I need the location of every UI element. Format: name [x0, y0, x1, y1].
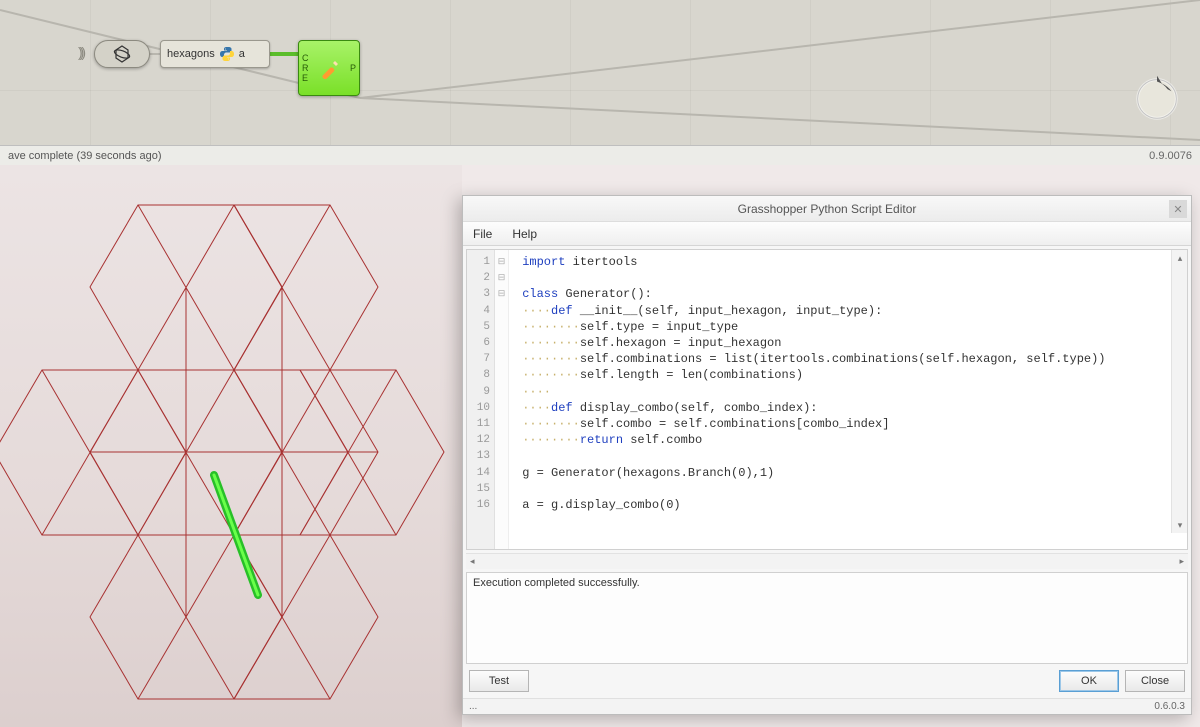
editor-version: 0.6.0.3	[1154, 701, 1185, 712]
python-editor-window: Grasshopper Python Script Editor ✕ File …	[462, 195, 1192, 715]
ok-button[interactable]: OK	[1059, 670, 1119, 692]
grasshopper-canvas[interactable]: ))) hexagons a C R E P	[0, 0, 1200, 145]
param-grip-icon: )))	[78, 44, 83, 60]
code-editor[interactable]: 12345678910111213141516 ⊟⊟⊟ import itert…	[466, 249, 1188, 550]
scroll-left-icon[interactable]: ◂	[470, 556, 475, 567]
scroll-right-icon[interactable]: ▸	[1179, 556, 1184, 567]
menu-help[interactable]: Help	[512, 227, 537, 241]
canvas-status-bar: ave complete (39 seconds ago) 0.9.0076	[0, 145, 1200, 165]
fold-gutter[interactable]: ⊟⊟⊟	[495, 250, 509, 549]
editor-titlebar[interactable]: Grasshopper Python Script Editor ✕	[463, 196, 1191, 222]
hexagon-grid-icon	[112, 44, 132, 64]
close-icon[interactable]: ✕	[1169, 200, 1187, 218]
code-text[interactable]: import itertools class Generator(): ····…	[509, 250, 1187, 549]
python-icon	[219, 46, 235, 62]
autosave-status: ave complete (39 seconds ago)	[8, 150, 161, 162]
rhino-viewport[interactable]	[0, 165, 462, 727]
viewport-geometry	[0, 165, 462, 727]
horizontal-scrollbar[interactable]: ◂▸	[466, 553, 1188, 569]
vertical-scrollbar[interactable]: ▴▾	[1171, 250, 1187, 533]
test-button[interactable]: Test	[469, 670, 529, 692]
version-label: 0.9.0076	[1149, 150, 1192, 162]
menu-file[interactable]: File	[473, 227, 492, 241]
line-builder-node[interactable]: C R E P	[298, 40, 360, 96]
output-panel: Execution completed successfully.	[466, 572, 1188, 664]
pencil-icon	[318, 57, 340, 79]
param-node[interactable]	[94, 40, 150, 68]
node-inputs: C R E	[299, 51, 311, 85]
editor-status-bar: ... 0.6.0.3	[463, 698, 1191, 714]
python-node-label: hexagons	[167, 48, 215, 60]
close-button[interactable]: Close	[1125, 670, 1185, 692]
editor-title: Grasshopper Python Script Editor	[738, 202, 917, 216]
editor-menubar: File Help	[463, 222, 1191, 246]
editor-status-left: ...	[469, 701, 477, 712]
line-number-gutter: 12345678910111213141516	[467, 250, 495, 549]
canvas-wires	[0, 0, 1200, 145]
scroll-up-icon[interactable]: ▴	[1172, 250, 1188, 266]
editor-button-row: Test OK Close	[463, 664, 1191, 698]
python-script-node[interactable]: hexagons a	[160, 40, 270, 68]
python-node-output: a	[239, 48, 245, 60]
output-text: Execution completed successfully.	[473, 577, 640, 589]
canvas-compass[interactable]	[1128, 68, 1186, 126]
scroll-down-icon[interactable]: ▾	[1172, 517, 1188, 533]
node-outputs: P	[347, 61, 359, 75]
